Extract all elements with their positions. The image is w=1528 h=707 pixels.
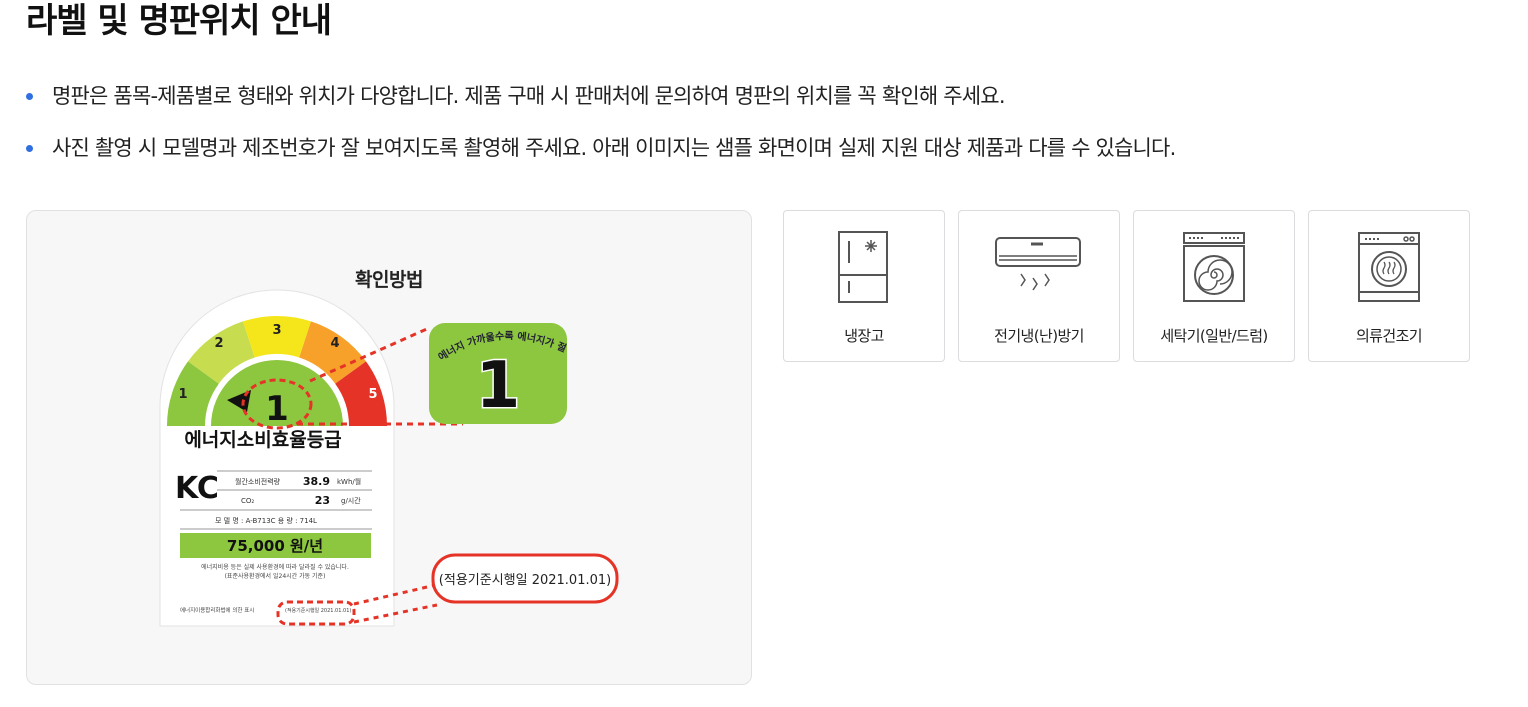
label-heading: 에너지소비효율등급	[184, 429, 341, 451]
product-name: 전기냉(난)방기	[994, 327, 1084, 345]
effective-date-text: (적용기준시행일 2021.01.01)	[439, 572, 611, 588]
notice-text: 명판은 품목-제품별로 형태와 위치가 다양합니다. 제품 구매 시 판매처에 …	[52, 84, 1006, 108]
row-unit: g/시간	[341, 496, 361, 505]
current-grade-number: 1	[265, 389, 289, 429]
page-title: 라벨 및 명판위치 안내	[26, 1, 332, 41]
product-name: 냉장고	[844, 327, 884, 345]
product-name: 세탁기(일반/드럼)	[1160, 327, 1268, 345]
notice-item: 사진 촬영 시 모델명과 제조번호가 잘 보여지도록 촬영해 주세요. 아래 이…	[26, 122, 1176, 174]
bullet-icon	[26, 93, 33, 100]
row-value: 38.9	[303, 475, 330, 488]
refrigerator-icon	[784, 227, 944, 307]
product-name: 의류건조기	[1355, 327, 1423, 345]
product-tile-refrigerator[interactable]: 냉장고	[783, 210, 945, 362]
fine-print: 에너지비용 등은 실제 사용환경에 따라 달라질 수 있습니다.	[201, 563, 349, 571]
notice-text: 사진 촬영 시 모델명과 제조번호가 잘 보여지도록 촬영해 주세요. 아래 이…	[52, 136, 1176, 160]
grade-number: 4	[330, 336, 339, 351]
label-footer-left: 에너지이용합리화법에 의한 표시	[180, 606, 254, 614]
fine-print: (표준사용환경에서 일24시간 가동 기준)	[225, 572, 326, 580]
grade-number: 2	[214, 336, 223, 351]
washing-machine-icon	[1134, 227, 1294, 307]
row-value: 23	[315, 494, 330, 507]
zoomed-grade-number: 1	[476, 349, 521, 423]
grade-number: 5	[368, 387, 377, 402]
notice-list: 명판은 품목-제품별로 형태와 위치가 다양합니다. 제품 구매 시 판매처에 …	[26, 70, 1176, 174]
annual-cost: 75,000 원/년	[227, 537, 323, 555]
row-label: 월간소비전력량	[235, 477, 281, 486]
product-tile-air-conditioner[interactable]: 전기냉(난)방기	[958, 210, 1120, 362]
grade-number: 1	[178, 387, 187, 402]
row-label: CO₂	[241, 497, 254, 505]
kc-mark-icon: KC	[175, 471, 219, 506]
air-conditioner-icon	[959, 227, 1119, 307]
grade-number: 3	[272, 323, 281, 338]
bullet-icon	[26, 145, 33, 152]
clothes-dryer-icon	[1309, 227, 1469, 307]
model-line: 모 델 명 : A-B713C 용 량 : 714L	[215, 516, 317, 525]
notice-item: 명판은 품목-제품별로 형태와 위치가 다양합니다. 제품 구매 시 판매처에 …	[26, 70, 1175, 122]
product-tile-washing-machine[interactable]: 세탁기(일반/드럼)	[1133, 210, 1295, 362]
product-tile-clothes-dryer[interactable]: 의류건조기	[1308, 210, 1470, 362]
row-unit: kWh/월	[337, 477, 361, 486]
energy-label-illustration: 1 2 3 4 5 1 에너지 가까울수록 에너지가 절약 1 에너지소비효율등…	[27, 211, 619, 627]
guide-card: 확인방법 1 2 3 4 5 1 에너지 가까울수록 에너지가 절 1 에너지소…	[26, 210, 752, 685]
label-footer-right: (적용기준시행일 2021.01.01)	[285, 607, 351, 614]
